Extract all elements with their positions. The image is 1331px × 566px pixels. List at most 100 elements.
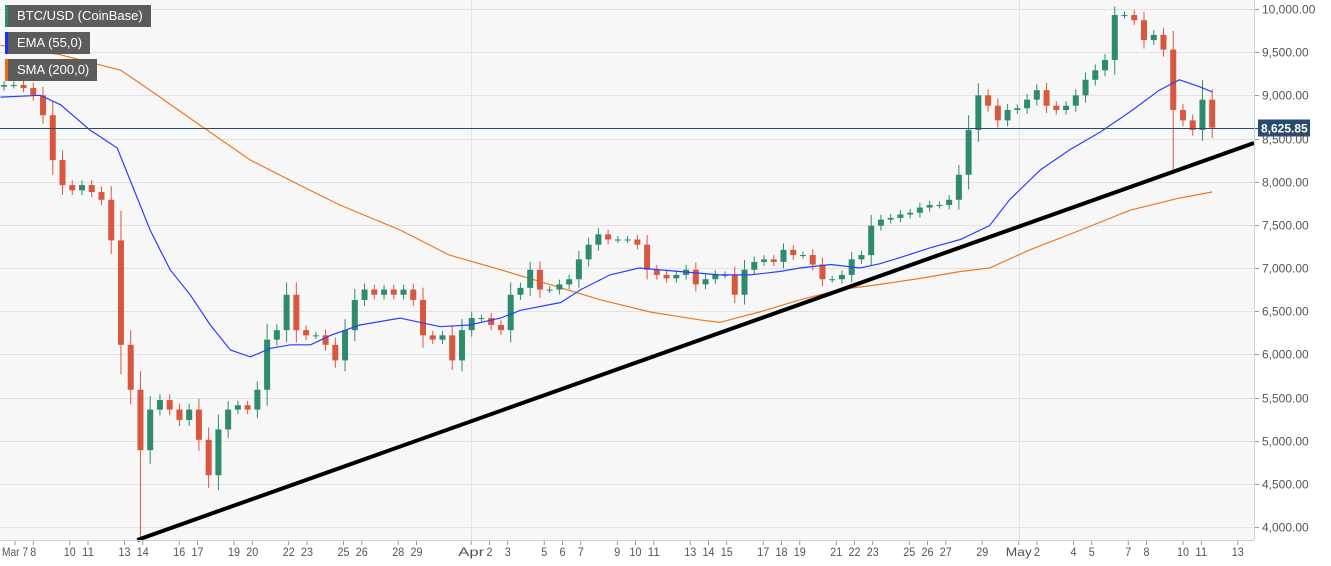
x-tick-label: 8 xyxy=(30,545,36,559)
candle-body xyxy=(1199,99,1206,130)
candle-body xyxy=(955,174,962,200)
candle-body xyxy=(69,185,76,191)
x-tick-label: 10 xyxy=(630,545,642,559)
candle-body xyxy=(312,335,319,337)
x-tick-label: 4 xyxy=(1071,545,1077,559)
x-tick-label: 2 xyxy=(487,545,493,559)
candle-body xyxy=(195,409,202,440)
y-tick-label: 5,000.00 xyxy=(1262,435,1309,449)
candle-body xyxy=(478,318,485,320)
x-tick-label: 26 xyxy=(356,545,368,559)
candle-body xyxy=(731,274,738,295)
candle-body xyxy=(829,279,836,281)
candle-body xyxy=(439,335,446,340)
y-tick-label: 5,500.00 xyxy=(1262,392,1309,406)
x-tick-label: 26 xyxy=(922,545,934,559)
candle-body xyxy=(1150,34,1157,41)
y-tick-label: 8,500.00 xyxy=(1262,133,1309,147)
x-tick-label: 25 xyxy=(338,545,350,559)
y-tick-label: 4,500.00 xyxy=(1262,478,1309,492)
candle-body xyxy=(546,289,553,291)
x-tick-label: 11 xyxy=(82,545,94,559)
candle-body xyxy=(264,339,271,390)
candle-body xyxy=(117,240,124,345)
x-tick-label: 17 xyxy=(757,545,769,559)
y-tick-label: 7,500.00 xyxy=(1262,219,1309,233)
candle-body xyxy=(1004,110,1011,121)
candle-body xyxy=(108,199,115,241)
candle-body xyxy=(10,84,17,86)
candle-body xyxy=(712,274,719,280)
candle-body xyxy=(390,289,397,295)
x-tick-label: 18 xyxy=(776,545,788,559)
legend-ema[interactable]: EMA (55,0) xyxy=(5,32,91,54)
candle-body xyxy=(1170,49,1177,111)
candle-body xyxy=(634,239,641,245)
candle-body xyxy=(420,299,427,336)
candle-body xyxy=(137,389,144,451)
x-tick-label: 13 xyxy=(684,545,696,559)
candle-body xyxy=(244,405,251,410)
candle-body xyxy=(575,259,582,280)
candle-body xyxy=(1102,59,1109,71)
candle-body xyxy=(673,274,680,279)
x-tick-label: 27 xyxy=(940,545,952,559)
x-tick-label: 21 xyxy=(830,545,842,559)
x-tick-label: 14 xyxy=(137,545,149,559)
x-tick-label: 29 xyxy=(976,545,988,559)
candle-body xyxy=(400,289,407,295)
candle-body xyxy=(790,249,797,256)
candle-body xyxy=(1063,105,1070,111)
x-tick-label: 22 xyxy=(849,545,861,559)
candle-body xyxy=(1072,95,1079,106)
candle-body xyxy=(595,234,602,245)
candle-body xyxy=(303,330,310,336)
x-tick-label: 13 xyxy=(1232,545,1244,559)
x-tick-label: 25 xyxy=(903,545,915,559)
legend-btcusd[interactable]: BTC/USD (CoinBase) xyxy=(5,5,151,27)
candle-body xyxy=(965,129,972,175)
x-tick-label: 23 xyxy=(867,545,879,559)
candle-body xyxy=(371,289,378,295)
legend-color-swatch xyxy=(5,32,8,54)
legend-label: EMA (55,0) xyxy=(17,35,83,50)
x-tick-label: 3 xyxy=(505,545,511,559)
candle-body xyxy=(127,344,134,390)
x-tick-label: 22 xyxy=(283,545,295,559)
x-tick-label: 8 xyxy=(1144,545,1150,559)
x-tick-label: 5 xyxy=(1089,545,1095,559)
y-tick-label: 10,000.00 xyxy=(1262,3,1316,17)
legend-sma[interactable]: SMA (200,0) xyxy=(5,59,98,81)
candle-body xyxy=(361,289,368,300)
candlestick-chart: 8,625.85 4,000.004,500.005,000.005,500.0… xyxy=(0,0,1316,559)
candle-body xyxy=(566,279,573,285)
candle-body xyxy=(868,225,875,256)
candle-body xyxy=(663,274,670,279)
candle-body xyxy=(926,204,933,208)
x-tick-label: 19 xyxy=(228,545,240,559)
candle-body xyxy=(897,214,904,218)
candle-body xyxy=(907,212,914,215)
x-tick-label: 5 xyxy=(541,545,547,559)
candle-body xyxy=(605,234,612,240)
y-tick-label: 9,500.00 xyxy=(1262,46,1309,60)
candle-body xyxy=(585,244,592,260)
y-tick-label: 8,000.00 xyxy=(1262,176,1309,190)
candle-body xyxy=(98,192,105,200)
candle-body xyxy=(215,429,222,476)
x-tick-label: Mar 7 xyxy=(2,545,28,559)
candle-body xyxy=(936,204,943,206)
candle-body xyxy=(1121,15,1128,17)
candle-body xyxy=(40,95,47,116)
candle-body xyxy=(234,405,241,410)
candle-body xyxy=(985,95,992,106)
x-axis: Mar 7 8 10 11 13 14 16 17 19 20 22 23 25 26 28 29 Apr 2 3 5… xyxy=(2,541,1244,559)
x-tick-label: Apr xyxy=(458,545,484,559)
x-tick-label: 29 xyxy=(411,545,423,559)
candle-body xyxy=(644,244,651,270)
x-tick-label: 11 xyxy=(1195,545,1207,559)
candle-body xyxy=(556,284,563,290)
candle-body xyxy=(225,409,232,430)
candle-body xyxy=(507,294,514,331)
candle-body xyxy=(1082,79,1089,96)
